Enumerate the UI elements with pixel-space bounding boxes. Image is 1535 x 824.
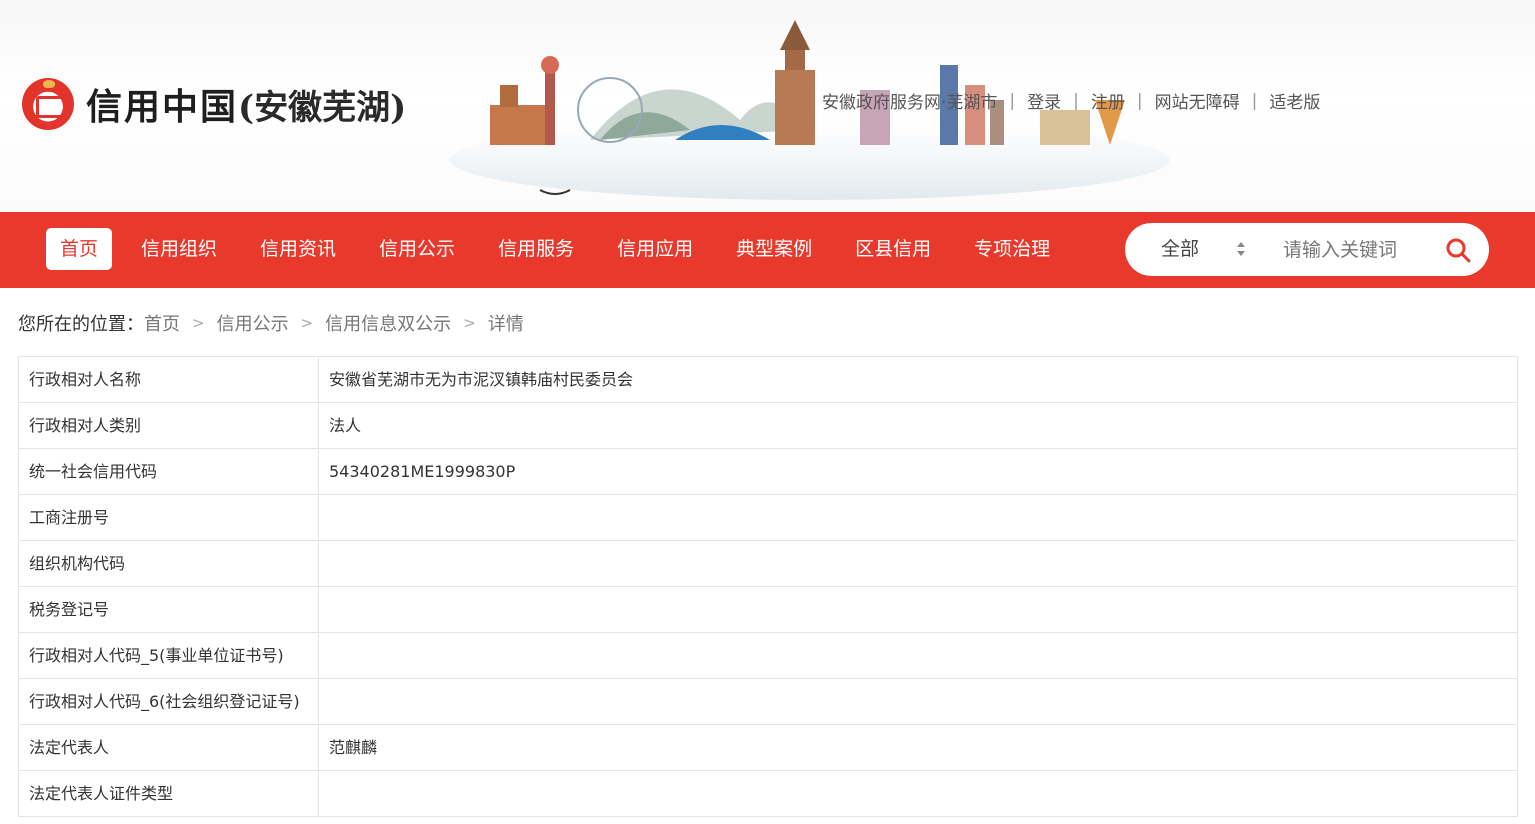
nav-item-credit-org[interactable]: 信用组织	[127, 228, 231, 270]
field-label: 组织机构代码	[18, 540, 319, 587]
field-value	[318, 770, 1518, 817]
nav-item-credit-public[interactable]: 信用公示	[365, 228, 469, 270]
table-row: 行政相对人名称 安徽省芜湖市无为市泥汊镇韩庙村民委员会	[18, 356, 1518, 403]
logo-title: 信用中国	[86, 86, 239, 128]
field-label: 行政相对人类别	[18, 402, 319, 449]
breadcrumb-double-public[interactable]: 信用信息双公示	[325, 310, 451, 336]
field-value	[318, 540, 1518, 587]
field-label: 税务登记号	[18, 586, 319, 633]
table-row: 行政相对人类别 法人	[18, 402, 1518, 449]
link-accessibility[interactable]: 网站无障碍	[1155, 88, 1240, 113]
divider: |	[1073, 90, 1079, 111]
site-logo[interactable]: 信用中国 (安徽芜湖)	[22, 78, 406, 130]
detail-table: 行政相对人名称 安徽省芜湖市无为市泥汊镇韩庙村民委员会 行政相对人类别 法人 统…	[18, 356, 1518, 817]
nav-item-typical-cases[interactable]: 典型案例	[722, 228, 826, 270]
field-label: 行政相对人名称	[18, 356, 319, 403]
nav-item-special-governance[interactable]: 专项治理	[960, 228, 1064, 270]
field-value	[318, 494, 1518, 541]
field-value	[318, 586, 1518, 633]
field-value: 安徽省芜湖市无为市泥汊镇韩庙村民委员会	[318, 356, 1518, 403]
table-row: 行政相对人代码_6(社会组织登记证号)	[18, 678, 1518, 725]
table-row: 行政相对人代码_5(事业单位证书号)	[18, 632, 1518, 679]
field-value: 法人	[318, 402, 1518, 449]
top-links: 安徽政府服务网·芜湖市 | 登录 | 注册 | 网站无障碍 | 适老版	[822, 88, 1320, 114]
field-label: 行政相对人代码_6(社会组织登记证号)	[18, 678, 319, 725]
link-elder-mode[interactable]: 适老版	[1269, 88, 1320, 113]
field-value	[318, 632, 1518, 679]
divider: |	[1009, 90, 1016, 111]
field-label: 工商注册号	[18, 494, 319, 541]
search-icon[interactable]	[1445, 237, 1471, 263]
table-row: 组织机构代码	[18, 540, 1518, 587]
chevron-right-icon: >	[300, 314, 314, 332]
table-row: 统一社会信用代码 54340281ME1999830P	[18, 448, 1518, 495]
breadcrumb-detail: 详情	[487, 314, 524, 335]
logo-subtitle: (安徽芜湖)	[238, 87, 407, 128]
link-register[interactable]: 注册	[1091, 88, 1125, 113]
nav-item-credit-news[interactable]: 信用资讯	[246, 228, 350, 270]
field-label: 统一社会信用代码	[18, 448, 319, 495]
link-gov-service[interactable]: 安徽政府服务网·芜湖市	[822, 88, 997, 113]
nav-item-credit-service[interactable]: 信用服务	[484, 228, 588, 270]
nav-item-credit-apply[interactable]: 信用应用	[603, 228, 707, 270]
site-header: 信用中国 (安徽芜湖) 安徽政府服务网·芜湖市 | 登录 | 注册 | 网站无障…	[0, 0, 1535, 212]
link-login[interactable]: 登录	[1027, 88, 1061, 113]
field-value: 54340281ME1999830P	[318, 448, 1518, 495]
table-row: 法定代表人证件类型	[18, 770, 1518, 817]
table-row: 法定代表人 范麒麟	[18, 724, 1518, 771]
logo-emblem-icon	[22, 78, 74, 130]
table-row: 税务登记号	[18, 586, 1518, 633]
field-label: 行政相对人代码_5(事业单位证书号)	[18, 632, 319, 679]
chevron-right-icon: >	[192, 314, 205, 332]
nav-item-district-credit[interactable]: 区县信用	[841, 228, 945, 270]
breadcrumb-prefix: 您所在的位置：	[18, 314, 144, 335]
field-label: 法定代表人	[18, 724, 319, 771]
sort-arrows-icon	[1237, 242, 1245, 258]
chevron-right-icon: >	[463, 314, 476, 332]
field-value	[318, 678, 1518, 725]
nav-list: 首页 信用组织 信用资讯 信用公示 信用服务 信用应用 典型案例 区县信用 专项…	[46, 228, 1079, 270]
breadcrumb-credit-public[interactable]: 信用公示	[217, 310, 289, 336]
search-scope-value: 全部	[1161, 238, 1200, 260]
field-label: 法定代表人证件类型	[18, 770, 319, 817]
field-value: 范麒麟	[318, 724, 1518, 771]
main-nav: 首页 信用组织 信用资讯 信用公示 信用服务 信用应用 典型案例 区县信用 专项…	[0, 212, 1535, 288]
table-row: 工商注册号	[18, 494, 1518, 541]
search-scope-select[interactable]: 全部	[1125, 223, 1255, 276]
breadcrumb: 您所在的位置： 首页 > 信用公示 > 信用信息双公示 > 详情	[18, 310, 524, 336]
search-box: 全部	[1125, 223, 1489, 276]
divider: |	[1136, 90, 1143, 111]
search-input[interactable]	[1283, 229, 1453, 270]
breadcrumb-home[interactable]: 首页	[144, 310, 180, 336]
nav-item-home[interactable]: 首页	[46, 228, 113, 270]
divider: |	[1251, 90, 1258, 111]
